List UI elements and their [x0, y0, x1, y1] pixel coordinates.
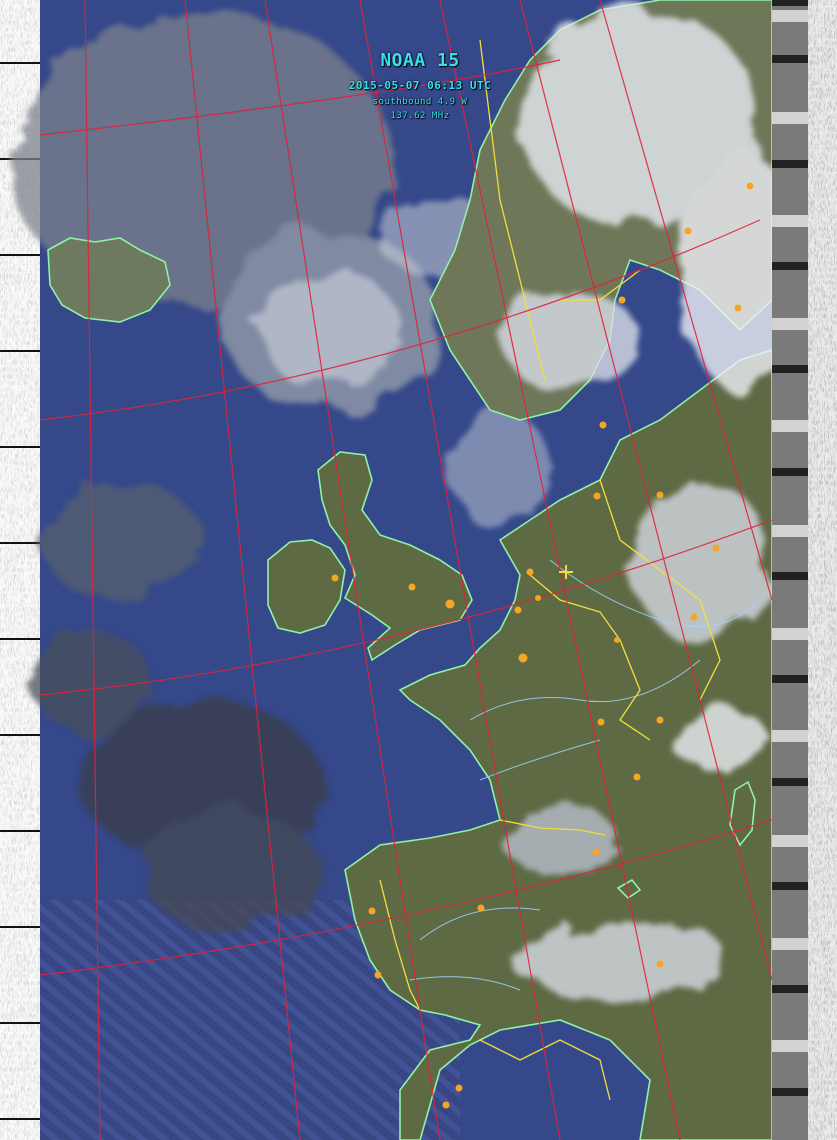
pass-direction: southbound 4.9 W	[372, 97, 468, 107]
satellite-name: NOAA 15	[380, 50, 460, 71]
pass-timestamp: 2015-05-07 06:13 UTC	[348, 79, 492, 92]
downlink-frequency: 137.62 MHz	[390, 111, 450, 121]
right-telemetry-strip	[772, 0, 837, 1140]
satellite-image	[0, 0, 837, 1140]
